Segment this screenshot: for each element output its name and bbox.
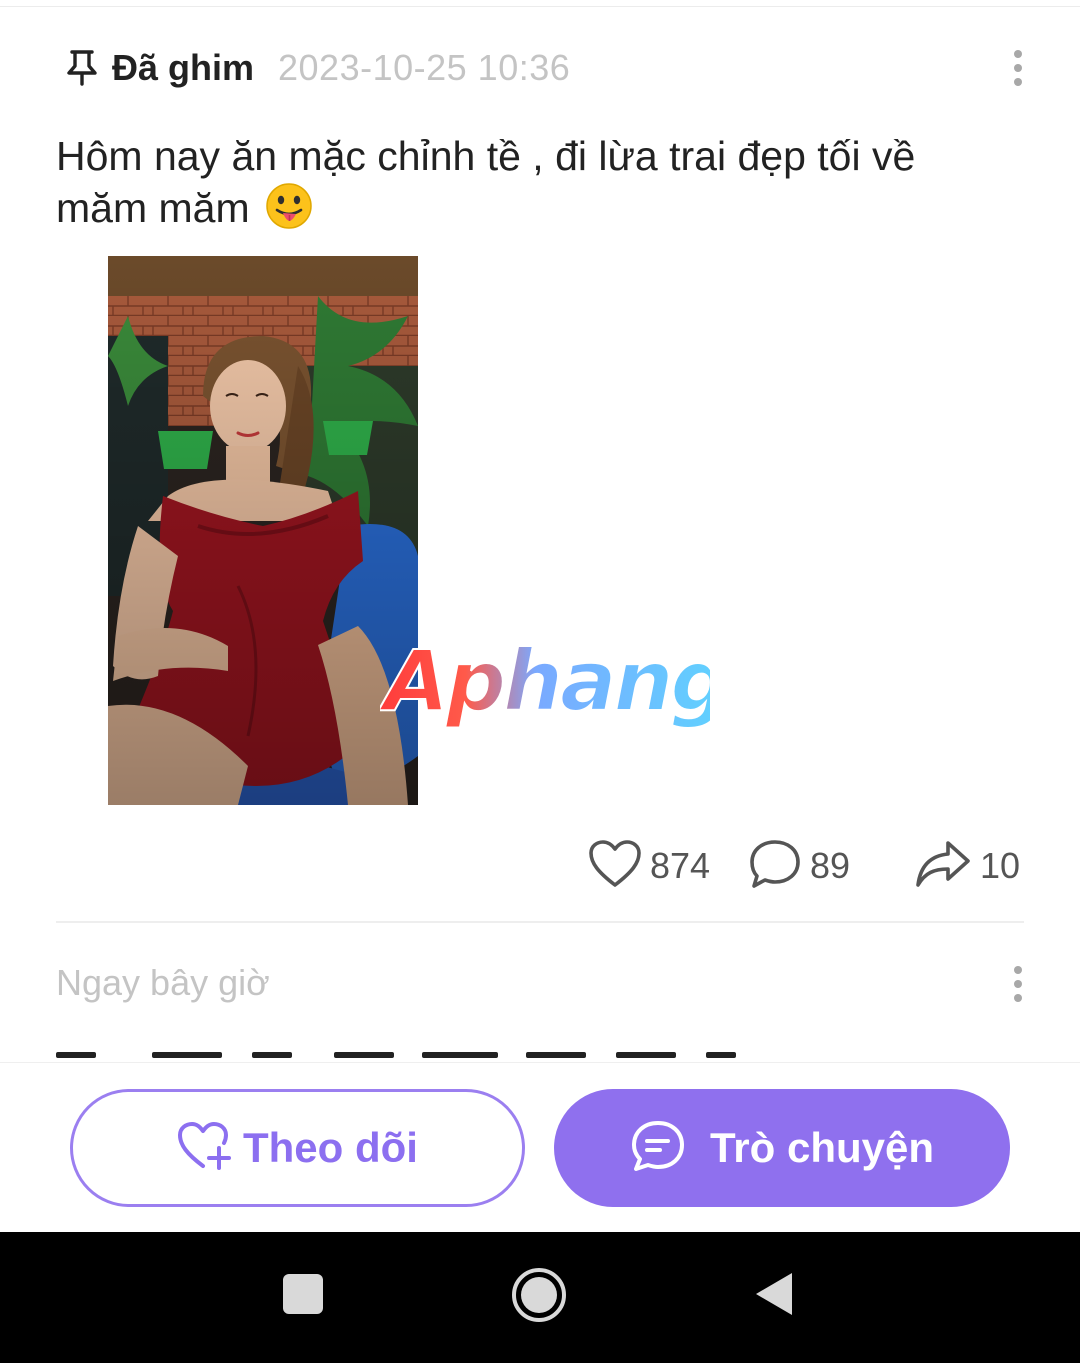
chat-bubble-icon (630, 1119, 686, 1178)
post-divider (56, 921, 1024, 923)
comment-icon (748, 838, 802, 895)
heart-plus-icon (177, 1120, 233, 1177)
post-text: Hôm nay ăn mặc chỉnh tề , đi lừa trai đẹ… (56, 130, 1016, 234)
circle-icon[interactable] (511, 1267, 567, 1328)
pin-icon (62, 48, 102, 88)
more-vertical-icon[interactable] (1012, 966, 1024, 1002)
follow-button[interactable]: Theo dõi (70, 1089, 525, 1207)
follow-label: Theo dõi (243, 1124, 418, 1171)
top-divider (0, 6, 1080, 7)
square-icon[interactable] (283, 1274, 323, 1319)
chat-label: Trò chuyện (709, 1124, 935, 1171)
next-post-text-cutoff (56, 1040, 756, 1062)
comment-count: 89 (810, 845, 851, 886)
like-action[interactable]: 874 (588, 838, 710, 894)
heart-icon (588, 839, 642, 894)
comment-action[interactable]: 89 (748, 838, 850, 894)
next-post-timestamp: Ngay bây giờ (56, 962, 270, 1003)
triangle-back-icon[interactable] (754, 1271, 794, 1322)
system-navigation-bar (0, 1232, 1080, 1363)
chat-button[interactable]: Trò chuyện (554, 1089, 1010, 1207)
pinned-label: Đã ghim (112, 47, 255, 88)
post-body: Hôm nay ăn mặc chỉnh tề , đi lừa trai đẹ… (56, 133, 916, 231)
share-icon (914, 839, 972, 894)
post-photo[interactable] (108, 256, 418, 805)
share-action[interactable]: 10 (914, 838, 1020, 894)
watermark-text: Aphang (380, 632, 710, 730)
bottom-action-bar: Theo dõi Trò chuyện (0, 1062, 1080, 1232)
like-count: 874 (650, 845, 711, 886)
share-count: 10 (980, 845, 1021, 886)
post-timestamp: 2023-10-25 10:36 (278, 47, 571, 88)
more-vertical-icon[interactable] (1012, 50, 1024, 86)
watermark-logo: Aphang (377, 631, 732, 732)
face-with-tongue-emoji (265, 182, 313, 230)
post-header: Đã ghim 2023-10-25 10:36 (62, 44, 1022, 92)
